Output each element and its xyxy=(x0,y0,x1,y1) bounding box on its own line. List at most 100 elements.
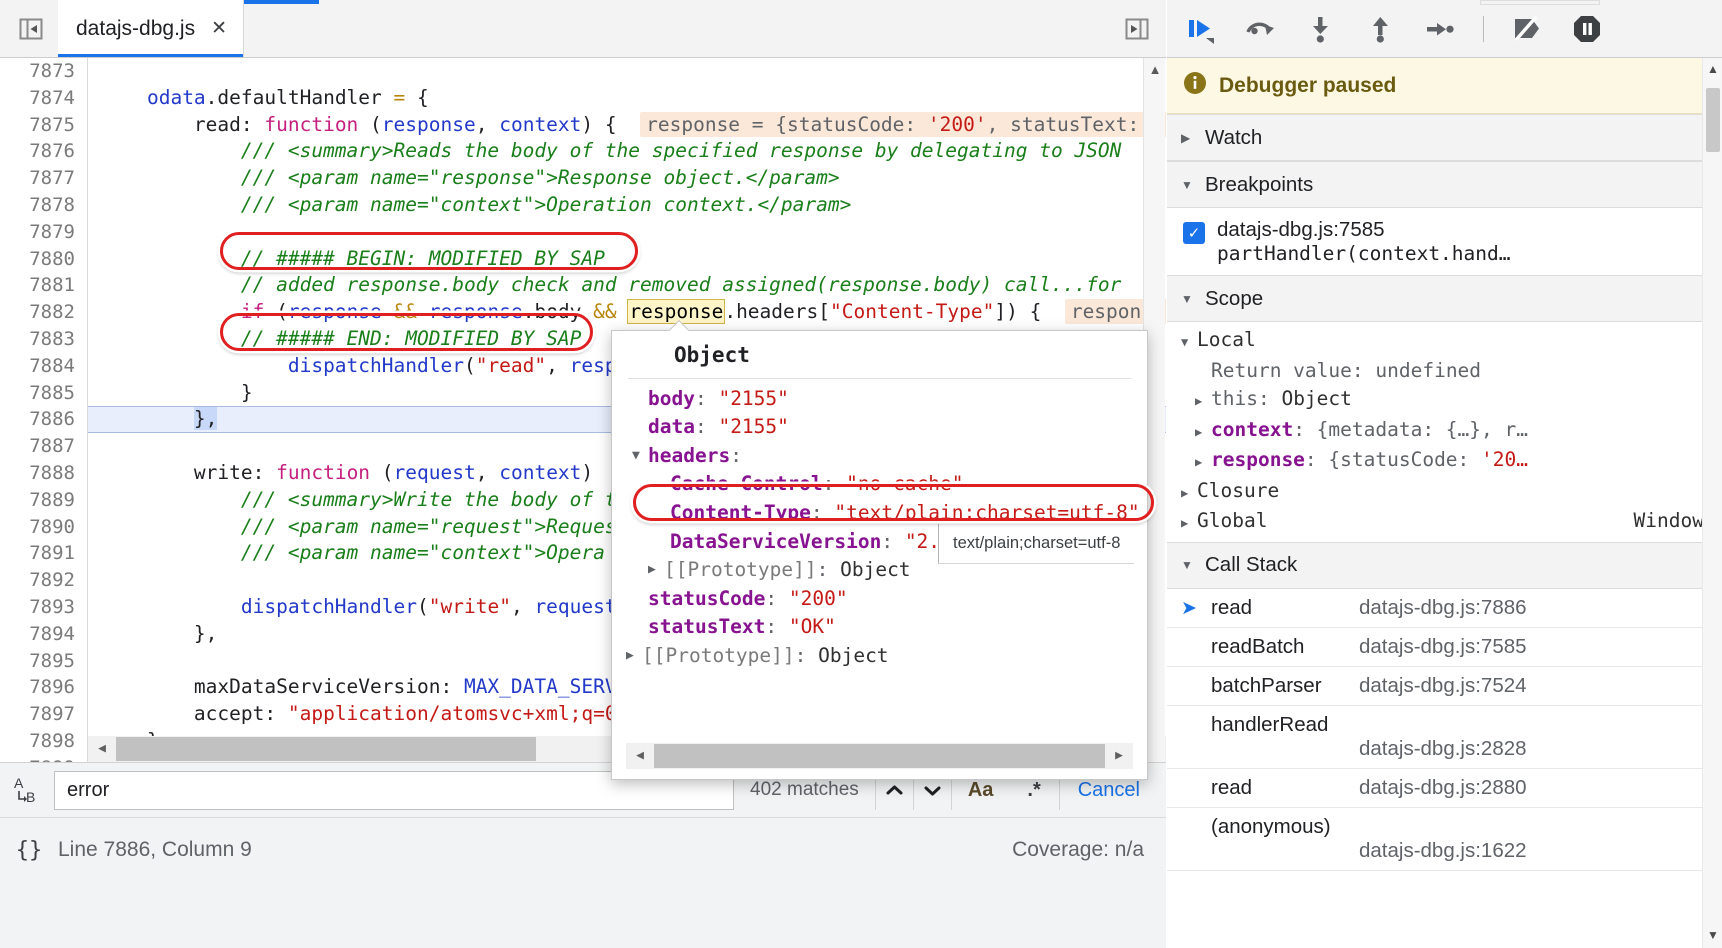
frame-arrow-placeholder xyxy=(1167,815,1211,839)
close-icon[interactable]: ✕ xyxy=(211,19,227,38)
disclosure-triangle-right-icon[interactable]: ▶ xyxy=(648,556,664,585)
chevron-right-icon[interactable]: ▶ xyxy=(1195,448,1211,477)
scope-key: this xyxy=(1211,387,1258,410)
line-number: 7885 xyxy=(0,379,88,407)
line-number: 7881 xyxy=(0,272,88,300)
frame-location: datajs-dbg.js:7585 xyxy=(1359,634,1527,658)
scope-row[interactable]: ▶ response: {statusCode: '20… xyxy=(1167,446,1722,477)
scrollbar-thumb[interactable] xyxy=(116,737,536,761)
line-number: 7899 xyxy=(0,754,88,762)
section-watch[interactable]: ▶ Watch xyxy=(1167,114,1722,161)
scope-key: Return value xyxy=(1211,358,1352,382)
section-scope[interactable]: ▼ Scope xyxy=(1167,275,1722,322)
line-number: 7888 xyxy=(0,459,88,487)
pretty-print-icon[interactable]: {} xyxy=(0,838,58,863)
property-key: statusText xyxy=(648,615,766,639)
call-stack-row[interactable]: ➤ read datajs-dbg.js:7886 xyxy=(1167,588,1722,628)
object-property-row[interactable]: statusText: "OK" xyxy=(612,613,1147,642)
show-navigator-icon[interactable] xyxy=(14,12,48,46)
popover-horizontal-scrollbar[interactable]: ◀ ▶ xyxy=(626,743,1133,769)
call-stack-row[interactable]: readBatch datajs-dbg.js:7585 xyxy=(1167,627,1722,667)
line-number: 7884 xyxy=(0,352,88,380)
breakpoint-checkbox[interactable]: ✓ xyxy=(1183,222,1205,244)
frame-arrow-placeholder xyxy=(1167,674,1211,675)
object-prototype-row[interactable]: ▶ [[Prototype]]: Object xyxy=(612,642,1147,671)
step-icon[interactable] xyxy=(1421,10,1459,48)
scope-row[interactable]: ▶ Closure xyxy=(1167,477,1722,508)
object-property-row[interactable]: Cache-Control: "no-cache" xyxy=(612,470,1147,499)
scope-row[interactable]: ▶ context: {metadata: {…}, r… xyxy=(1167,416,1722,447)
scope-row[interactable]: ▶ Global Window xyxy=(1167,507,1722,538)
line-number: 7876 xyxy=(0,138,88,166)
line-number: 7893 xyxy=(0,593,88,621)
call-stack-row[interactable]: (anonymous) datajs-dbg.js:1622 xyxy=(1167,807,1722,871)
disclosure-icon xyxy=(632,413,648,442)
replace-icon[interactable]: A B xyxy=(0,775,54,805)
line-content xyxy=(88,433,100,460)
disclosure-triangle-down-icon[interactable]: ▼ xyxy=(632,442,648,471)
inline-evaluation-badge: response = {statusCode: '200', statusTex… xyxy=(640,111,1166,137)
scroll-up-icon[interactable]: ▲ xyxy=(1144,62,1166,77)
step-over-next-function-call-icon[interactable] xyxy=(1241,10,1279,48)
resume-script-execution-icon[interactable] xyxy=(1181,10,1219,48)
object-property-row[interactable]: data: "2155" xyxy=(612,413,1147,442)
section-call-stack[interactable]: ▼ Call Stack xyxy=(1167,541,1722,589)
deactivate-breakpoints-icon[interactable] xyxy=(1508,10,1546,48)
section-breakpoints[interactable]: ▼ Breakpoints xyxy=(1167,161,1722,208)
scope-row[interactable]: ▼ Local xyxy=(1167,326,1722,357)
tab-datajs-dbg-js[interactable]: datajs-dbg.js ✕ xyxy=(58,0,244,57)
step-out-of-current-function-icon[interactable] xyxy=(1361,10,1399,48)
call-stack-row[interactable]: handlerRead datajs-dbg.js:2828 xyxy=(1167,705,1722,769)
value-tooltip: text/plain;charset=utf-8 xyxy=(938,524,1134,564)
scope-key: Global xyxy=(1197,509,1268,532)
object-property-row[interactable]: statusCode: "200" xyxy=(612,585,1147,614)
line-content: } xyxy=(240,380,253,404)
line-content: // added response.body check and removed… xyxy=(100,273,1122,297)
line-number: 7875 xyxy=(0,111,88,139)
scroll-left-icon[interactable]: ◀ xyxy=(626,742,654,771)
scroll-right-icon[interactable]: ▶ xyxy=(1105,742,1133,771)
step-into-next-function-call-icon[interactable] xyxy=(1301,10,1339,48)
chevron-right-icon[interactable]: ▶ xyxy=(1181,479,1197,508)
call-stack-row[interactable]: read datajs-dbg.js:2880 xyxy=(1167,768,1722,808)
show-debugger-sidebar-icon[interactable] xyxy=(1120,12,1154,46)
scope-row[interactable]: ▶ this: Object xyxy=(1167,385,1722,416)
line-content xyxy=(88,58,100,85)
line-content: }, xyxy=(193,621,218,645)
frame-name: handlerRead xyxy=(1211,712,1329,736)
line-content: // ##### END: MODIFIED BY SAP xyxy=(100,326,582,350)
pause-on-exceptions-icon[interactable] xyxy=(1568,10,1606,48)
chevron-right-icon[interactable]: ▶ xyxy=(1195,387,1211,416)
object-property-row[interactable]: body: "2155" xyxy=(612,385,1147,414)
line-number: 7878 xyxy=(0,191,88,219)
popover-title: Object xyxy=(628,331,1131,379)
scope-row[interactable]: Return value: undefined xyxy=(1167,357,1722,386)
line-number: 7896 xyxy=(0,674,88,702)
scroll-up-icon[interactable]: ▲ xyxy=(1703,62,1722,76)
code-line: 7873 xyxy=(0,58,1166,85)
line-content: /// <param name="request">Reques xyxy=(100,514,617,538)
property-key: headers xyxy=(648,443,731,467)
scrollbar-thumb[interactable] xyxy=(1706,88,1720,152)
line-number: 7880 xyxy=(0,245,88,273)
line-number: 7889 xyxy=(0,486,88,514)
scroll-left-icon[interactable]: ◀ xyxy=(88,736,116,762)
chevron-right-icon[interactable]: ▶ xyxy=(1181,509,1197,538)
code-line: 7881 // added response.body check and re… xyxy=(0,272,1166,300)
chevron-down-icon[interactable]: ▼ xyxy=(1181,328,1197,357)
scope-value: {metadata: {…}, r… xyxy=(1316,417,1528,441)
disclosure-triangle-right-icon[interactable]: ▶ xyxy=(626,642,642,671)
chevron-right-icon[interactable]: ▶ xyxy=(1195,418,1211,447)
disclosure-icon xyxy=(632,613,648,642)
disclosure-icon xyxy=(654,528,670,557)
breakpoint-row[interactable]: ✓ datajs-dbg.js:7585 partHandler(context… xyxy=(1167,208,1722,275)
call-stack-list: ➤ read datajs-dbg.js:7886 readBatch data… xyxy=(1167,588,1722,871)
scroll-down-icon[interactable]: ▼ xyxy=(1703,928,1722,942)
chevron-down-icon: ▼ xyxy=(1181,558,1193,572)
scrollbar-thumb[interactable] xyxy=(654,744,1105,768)
property-key: statusCode xyxy=(648,586,766,610)
object-property-row[interactable]: ▼ headers: xyxy=(612,442,1147,471)
call-stack-row[interactable]: batchParser datajs-dbg.js:7524 xyxy=(1167,666,1722,706)
sidebar-vertical-scrollbar[interactable]: ▲ ▼ xyxy=(1702,58,1722,948)
code-line: 7879 xyxy=(0,218,1166,246)
